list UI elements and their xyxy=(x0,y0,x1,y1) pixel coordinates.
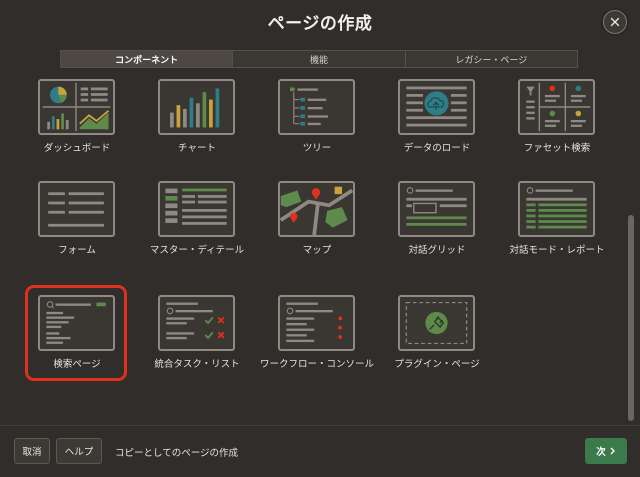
tab-features[interactable]: 機能 xyxy=(233,51,406,67)
card-tree[interactable]: ツリー xyxy=(257,70,377,170)
task-list-icon xyxy=(166,302,225,340)
card-chart[interactable]: チャート xyxy=(137,70,257,170)
dialog-title: ページの作成 xyxy=(267,14,373,34)
plugin-icon xyxy=(405,301,468,345)
close-icon xyxy=(610,17,620,27)
card-label-form: フォーム xyxy=(58,245,96,256)
cancel-button[interactable]: 取消 xyxy=(14,438,50,464)
card-label-master-detail: マスター・ディテール xyxy=(149,245,245,256)
form-thumbnail xyxy=(38,181,115,237)
card-label-workflow-console: ワークフロー・コンソール xyxy=(259,359,374,370)
chart-thumbnail xyxy=(158,79,235,135)
master-detail-icon xyxy=(165,188,227,225)
card-label-faceted-search: ファセット検索 xyxy=(523,143,591,154)
card-interactive-grid[interactable]: 対話グリッド xyxy=(377,172,497,272)
workflow-console-thumbnail xyxy=(278,295,355,351)
card-plugin-page[interactable]: プラグイン・ページ xyxy=(377,286,497,386)
help-button[interactable]: ヘルプ xyxy=(56,438,102,464)
form-icon xyxy=(48,192,104,227)
card-label-interactive-report: 対話モード・レポート xyxy=(509,245,605,256)
faceted-search-thumbnail xyxy=(518,79,595,135)
tab-legacy-pages[interactable]: レガシー・ページ xyxy=(405,51,577,67)
card-label-chart: チャート xyxy=(178,143,216,154)
tab-components[interactable]: コンポーネント xyxy=(61,51,234,67)
bar-chart-icon xyxy=(170,88,220,128)
selected-card-highlight xyxy=(25,285,127,381)
dashboard-icon xyxy=(42,82,111,132)
card-label-tree: ツリー xyxy=(302,143,332,154)
copy-page-info-text: コピーとしてのページの作成 xyxy=(115,448,239,459)
workflow-icon xyxy=(286,302,343,343)
card-label-unified-task-list: 統合タスク・リスト xyxy=(154,359,240,370)
filter-icon xyxy=(526,82,591,132)
data-load-thumbnail xyxy=(398,79,475,135)
card-label-dashboard: ダッシュボード xyxy=(43,143,111,154)
interactive-report-thumbnail xyxy=(518,181,595,237)
card-interactive-report[interactable]: 対話モード・レポート xyxy=(497,172,617,272)
card-label-plugin-page: プラグイン・ページ xyxy=(394,359,480,370)
card-map[interactable]: マップ xyxy=(257,172,377,272)
report-icon xyxy=(526,187,587,229)
card-master-detail[interactable]: マスター・ディテール xyxy=(137,172,257,272)
card-faceted-search[interactable]: ファセット検索 xyxy=(497,70,617,170)
grid-icon xyxy=(406,187,467,226)
dashboard-thumbnail xyxy=(38,79,115,135)
interactive-grid-thumbnail xyxy=(398,181,475,237)
card-form[interactable]: フォーム xyxy=(17,172,137,272)
footer-divider xyxy=(0,425,640,426)
next-button[interactable]: 次 xyxy=(585,438,627,464)
tree-icon xyxy=(290,87,329,126)
card-data-load[interactable]: データのロード xyxy=(377,70,497,170)
tree-thumbnail xyxy=(278,79,355,135)
map-thumbnail xyxy=(278,181,355,237)
close-button[interactable] xyxy=(603,10,627,34)
card-dashboard[interactable]: ダッシュボード xyxy=(17,70,137,170)
scrollbar-thumb[interactable] xyxy=(628,215,634,421)
card-label-map: マップ xyxy=(302,245,332,256)
card-label-data-load: データのロード xyxy=(403,143,471,154)
map-icon xyxy=(280,183,353,235)
card-workflow-console[interactable]: ワークフロー・コンソール xyxy=(257,286,377,386)
cloud-upload-icon xyxy=(406,86,467,127)
chevron-right-icon xyxy=(610,447,615,455)
unified-task-list-thumbnail xyxy=(158,295,235,351)
create-page-dialog: ページの作成 コンポーネント 機能 レガシー・ページ ダッシュボード チャート … xyxy=(0,0,640,477)
master-detail-thumbnail xyxy=(158,181,235,237)
next-button-label: 次 xyxy=(596,447,606,458)
plugin-page-thumbnail xyxy=(398,295,475,351)
card-label-interactive-grid: 対話グリッド xyxy=(408,245,466,256)
tab-bar: コンポーネント 機能 レガシー・ページ xyxy=(60,50,578,68)
card-unified-task-list[interactable]: 統合タスク・リスト xyxy=(137,286,257,386)
